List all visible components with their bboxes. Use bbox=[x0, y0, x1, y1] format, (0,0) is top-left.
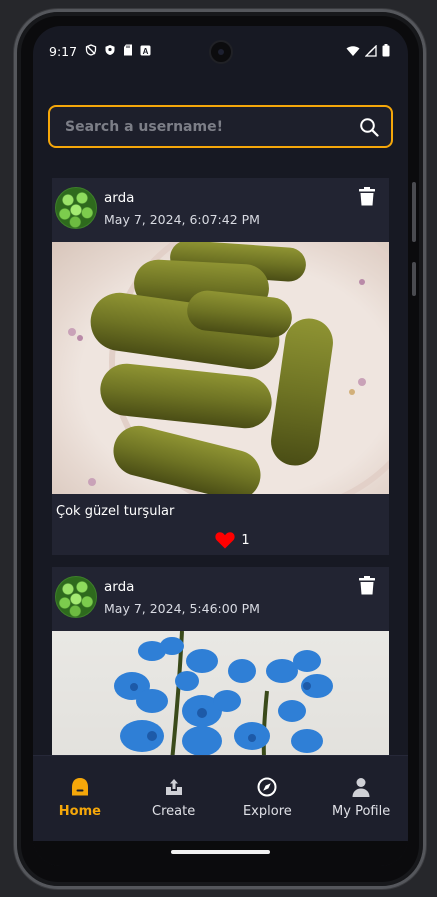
system-icons bbox=[346, 44, 390, 57]
screen: 9:17 A arda May 7, 2024, 6:07:42 PM bbox=[33, 26, 408, 866]
shield-icon bbox=[105, 45, 115, 55]
battery-icon bbox=[382, 44, 390, 57]
nav-create-label: Create bbox=[152, 804, 196, 819]
post-timestamp: May 7, 2024, 5:46:00 PM bbox=[104, 601, 260, 616]
status-time: 9:17 bbox=[49, 44, 78, 59]
like-row: 1 bbox=[52, 525, 389, 555]
search-input[interactable] bbox=[65, 118, 359, 135]
heart-icon[interactable] bbox=[215, 531, 235, 549]
nav-profile-label: My Pofile bbox=[332, 804, 391, 819]
username-search-bar[interactable] bbox=[48, 105, 393, 148]
nav-explore-label: Explore bbox=[242, 804, 292, 819]
shield-slash-icon bbox=[85, 44, 97, 56]
avatar[interactable] bbox=[55, 187, 97, 229]
sd-card-icon bbox=[124, 44, 132, 56]
upload-icon bbox=[165, 779, 182, 795]
front-camera bbox=[209, 40, 233, 64]
svg-text:A: A bbox=[143, 46, 149, 55]
trash-icon[interactable] bbox=[359, 576, 375, 595]
power-button bbox=[412, 262, 416, 296]
notification-icons: A bbox=[85, 44, 151, 56]
post-image[interactable] bbox=[52, 242, 389, 494]
post-card: arda May 7, 2024, 5:46:00 PM bbox=[52, 567, 389, 755]
person-icon bbox=[352, 778, 370, 797]
compass-icon bbox=[257, 777, 277, 797]
status-bar: 9:17 A bbox=[33, 26, 408, 78]
post-header: arda May 7, 2024, 5:46:00 PM bbox=[52, 567, 389, 631]
wifi-icon bbox=[346, 45, 360, 56]
nav-explore[interactable]: Explore bbox=[221, 756, 315, 841]
signal-icon bbox=[365, 44, 377, 57]
home-icon bbox=[71, 778, 88, 796]
bottom-nav: Home Create Explore My Pofile bbox=[33, 755, 408, 841]
home-indicator[interactable] bbox=[171, 850, 270, 854]
post-username[interactable]: arda bbox=[104, 190, 134, 206]
nav-home[interactable]: Home bbox=[33, 756, 127, 841]
app-a-icon: A bbox=[140, 45, 151, 55]
post-timestamp: May 7, 2024, 6:07:42 PM bbox=[104, 212, 260, 227]
search-icon[interactable] bbox=[359, 117, 379, 137]
gesture-bar bbox=[33, 841, 408, 866]
post-feed[interactable]: arda May 7, 2024, 6:07:42 PM Çok güzel t… bbox=[52, 178, 389, 755]
post-image[interactable] bbox=[52, 631, 389, 755]
avatar[interactable] bbox=[55, 576, 97, 618]
pickles-photo bbox=[68, 242, 389, 494]
post-caption: Çok güzel turşular bbox=[56, 504, 175, 519]
nav-home-label: Home bbox=[58, 804, 101, 819]
nav-create[interactable]: Create bbox=[127, 756, 221, 841]
like-count: 1 bbox=[241, 532, 250, 548]
post-username[interactable]: arda bbox=[104, 579, 134, 595]
post-header: arda May 7, 2024, 6:07:42 PM bbox=[52, 178, 389, 242]
trash-icon[interactable] bbox=[359, 187, 375, 206]
nav-profile[interactable]: My Pofile bbox=[314, 756, 408, 841]
volume-button bbox=[412, 182, 416, 242]
post-card: arda May 7, 2024, 6:07:42 PM Çok güzel t… bbox=[52, 178, 389, 555]
orchid-photo bbox=[114, 631, 333, 755]
